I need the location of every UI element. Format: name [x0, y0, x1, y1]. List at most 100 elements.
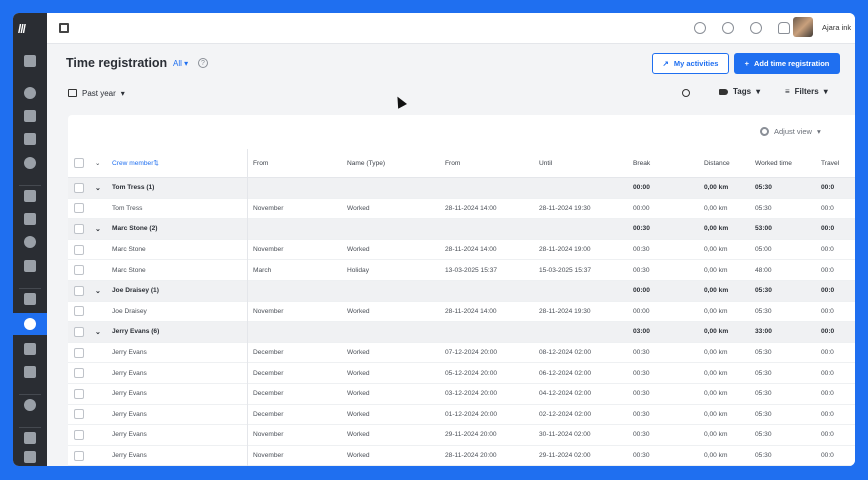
scope-dropdown[interactable]: All ▾ [173, 59, 188, 68]
search-icon[interactable] [694, 22, 706, 34]
cell-kind: Worked [347, 246, 370, 254]
row-checkbox[interactable] [74, 347, 84, 358]
sidebar-item-boxes[interactable] [13, 185, 47, 207]
username[interactable]: Ajara ink [822, 23, 851, 32]
row-select-cell[interactable] [74, 281, 84, 301]
bell-icon[interactable] [778, 22, 790, 34]
table-row[interactable]: Jerry Evans November Worked 28-11-2024 20:0… [68, 446, 855, 466]
row-checkbox[interactable] [74, 285, 84, 296]
row-select-cell[interactable] [74, 384, 84, 404]
cell-distance: 0,00 km [704, 369, 728, 377]
collapse-chevron-icon[interactable]: ⌄ [95, 219, 101, 239]
sidebar-item-calendar[interactable] [13, 82, 47, 104]
row-checkbox[interactable] [74, 450, 84, 461]
row-checkbox[interactable] [74, 429, 84, 440]
cell-travel: 00:0 [821, 307, 834, 315]
cell-from: 28-11-2024 14:00 [445, 204, 497, 212]
expand-all-chevron-icon[interactable]: ⌄ [95, 149, 101, 177]
sidebar-item-user[interactable] [13, 105, 47, 127]
theme-icon[interactable] [722, 22, 734, 34]
avatar[interactable] [793, 17, 813, 37]
sidebar-item-checklist[interactable] [13, 288, 47, 310]
help-icon[interactable] [750, 22, 762, 34]
row-select-cell[interactable] [74, 219, 84, 239]
table-row[interactable]: Jerry Evans November Worked 29-11-2024 20:0… [68, 425, 855, 446]
row-checkbox[interactable] [74, 265, 84, 276]
cell-name: Jerry Evans (6) [112, 328, 160, 336]
row-select-cell[interactable] [74, 363, 84, 383]
sidebar-divider [19, 394, 41, 395]
row-checkbox[interactable] [74, 223, 84, 234]
filters-dropdown[interactable]: ≡ Filters ▾ [785, 87, 828, 96]
row-checkbox[interactable] [74, 326, 84, 337]
row-checkbox[interactable] [74, 203, 84, 214]
column-header[interactable]: Break [633, 149, 650, 177]
group-row[interactable]: ⌄ Jerry Evans (6) 03:00 0,00 km 33:00 00:0 [68, 322, 855, 343]
row-select-cell[interactable] [74, 425, 84, 445]
sidebar-item-dollar[interactable] [13, 152, 47, 174]
sidebar-item-message[interactable] [13, 394, 47, 416]
column-header[interactable]: Distance [704, 149, 730, 177]
column-header[interactable]: From [445, 149, 460, 177]
sidebar-item-home[interactable] [13, 50, 47, 72]
cell-distance: 0,00 km [704, 266, 728, 274]
sidebar-item-wrench[interactable] [13, 338, 47, 360]
row-select-cell[interactable] [74, 302, 84, 322]
collapse-chevron-icon[interactable]: ⌄ [95, 322, 101, 342]
column-header[interactable]: Until [539, 149, 552, 177]
select-all-checkbox[interactable] [74, 158, 84, 168]
my-activities-button[interactable]: ↗ My activities [652, 53, 729, 74]
table-row[interactable]: Jerry Evans December Worked 07-12-2024 20:0… [68, 343, 855, 364]
table-row[interactable]: Jerry Evans December Worked 05-12-2024 20:0… [68, 363, 855, 384]
select-all-cell[interactable] [74, 149, 84, 177]
column-header[interactable]: Name (Type) [347, 149, 385, 177]
group-row[interactable]: ⌄ Marc Stone (2) 00:30 0,00 km 53:00 00:0 [68, 219, 855, 240]
table-row[interactable]: Jerry Evans December Worked 01-12-2024 20:0… [68, 405, 855, 426]
row-checkbox[interactable] [74, 368, 84, 379]
add-time-button[interactable]: + Add time registration [734, 53, 840, 74]
row-checkbox[interactable] [74, 244, 84, 255]
adjust-view-button[interactable]: Adjust view ▾ [760, 127, 821, 136]
table-row[interactable]: Joe Draisey November Worked 28-11-2024 14:0… [68, 302, 855, 323]
cell-travel: 00:0 [821, 328, 835, 336]
row-select-cell[interactable] [74, 199, 84, 219]
cell-break: 00:00 [633, 184, 650, 192]
sidebar-item-chart[interactable] [13, 128, 47, 150]
cell-name: Jerry Evans [112, 452, 147, 460]
table-row[interactable]: Marc Stone November Worked 28-11-2024 14:00… [68, 240, 855, 261]
row-select-cell[interactable] [74, 446, 84, 466]
row-select-cell[interactable] [74, 343, 84, 363]
sidebar-item-clock[interactable] [13, 313, 47, 335]
help-circle-icon[interactable]: ? [198, 58, 208, 68]
sidebar-item-truck[interactable] [13, 255, 47, 277]
table-row[interactable]: Marc Stone March Holiday 13-03-2025 15:37 15… [68, 260, 855, 281]
sidebar-item-report[interactable] [13, 361, 47, 383]
group-row[interactable]: ⌄ Joe Draisey (1) 00:00 0,00 km 05:30 00:0 [68, 281, 855, 302]
row-select-cell[interactable] [74, 322, 84, 342]
row-select-cell[interactable] [74, 405, 84, 425]
column-header[interactable]: Travel [821, 149, 839, 177]
row-checkbox[interactable] [74, 182, 84, 193]
sidebar-item-team[interactable] [13, 231, 47, 253]
sidebar-item-chevron-up[interactable] [13, 446, 47, 466]
row-select-cell[interactable] [74, 178, 84, 198]
table-row[interactable]: Jerry Evans December Worked 03-12-2024 20:0… [68, 384, 855, 405]
row-checkbox[interactable] [74, 306, 84, 317]
row-checkbox[interactable] [74, 388, 84, 399]
search-button[interactable] [676, 84, 696, 102]
collapse-chevron-icon[interactable]: ⌄ [95, 281, 101, 301]
row-checkbox[interactable] [74, 409, 84, 420]
collapse-chevron-icon[interactable]: ⌄ [95, 178, 101, 198]
row-select-cell[interactable] [74, 240, 84, 260]
table-row[interactable]: Tom Tress November Worked 28-11-2024 14:00 2… [68, 199, 855, 220]
cell-from: 05-12-2024 20:00 [445, 369, 498, 377]
sidebar-item-id-card[interactable] [13, 208, 47, 230]
column-header[interactable]: From [253, 149, 268, 177]
row-select-cell[interactable] [74, 260, 84, 280]
tags-dropdown[interactable]: Tags ▾ [719, 87, 760, 96]
column-header[interactable]: Worked time [755, 149, 792, 177]
grid-icon[interactable] [59, 23, 69, 33]
period-dropdown[interactable]: Past year ▾ [68, 84, 125, 102]
group-row[interactable]: ⌄ Tom Tress (1) 00:00 0,00 km 05:30 00:0 [68, 178, 855, 199]
column-header[interactable]: Crew member ⇅ [112, 149, 159, 177]
